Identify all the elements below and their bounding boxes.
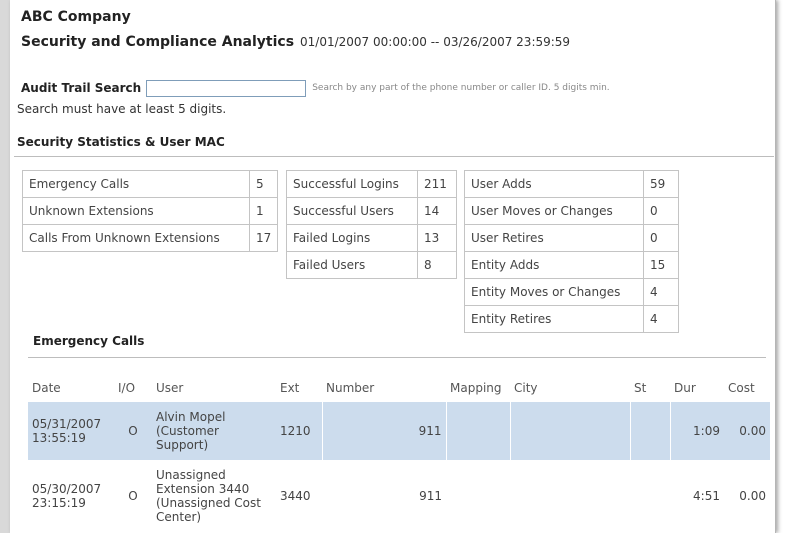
column-header-date[interactable]: Date — [28, 374, 114, 402]
column-header-ext[interactable]: Ext — [276, 374, 322, 402]
cell-st — [630, 460, 670, 532]
stat-label: Entity Moves or Changes — [464, 278, 644, 306]
cell-mapping — [446, 460, 510, 532]
audit-search-help: Search by any part of the phone number o… — [312, 83, 610, 93]
cell-city — [509, 402, 630, 460]
cell-ext: 3440 — [280, 489, 311, 503]
stat-row: Failed Logins 13 — [286, 224, 457, 252]
emergency-calls-table: Date I/O User Ext Number Mapping City St… — [28, 374, 770, 532]
cell-dur: 1:09 — [669, 402, 724, 460]
stat-label: Failed Users — [286, 251, 418, 279]
section-divider — [14, 156, 774, 157]
column-header-city[interactable]: City — [510, 374, 630, 402]
column-header-dur[interactable]: Dur — [670, 374, 724, 402]
stat-row: Unknown Extensions 1 — [22, 197, 279, 225]
search-validation-message: Search must have at least 5 digits. — [17, 102, 227, 116]
emergency-calls-divider — [28, 357, 766, 358]
company-name: ABC Company — [21, 9, 131, 25]
stat-value: 5 — [248, 170, 279, 198]
stat-value: 211 — [417, 170, 457, 198]
stat-value: 4 — [643, 305, 679, 333]
emergency-stats-table: Emergency Calls 5 Unknown Extensions 1 Cal… — [22, 170, 279, 252]
cell-io: O — [128, 489, 138, 503]
column-header-user[interactable]: User — [152, 374, 276, 402]
stat-label: Unknown Extensions — [22, 197, 250, 225]
stat-label: Failed Logins — [286, 224, 418, 252]
stat-row: Calls From Unknown Extensions 17 — [22, 224, 279, 252]
audit-search-label: Audit Trail Search — [21, 81, 142, 95]
cell-number: 911 — [321, 402, 446, 460]
stat-value: 4 — [643, 278, 679, 306]
emergency-calls-heading: Emergency Calls — [33, 334, 145, 348]
stat-value: 8 — [417, 251, 457, 279]
cell-number: 911 — [419, 489, 442, 503]
cell-dur: 4:51 — [693, 489, 720, 503]
report-title: Security and Compliance Analytics 01/01/2… — [21, 34, 570, 50]
stat-row: User Retires 0 — [464, 224, 679, 252]
stat-value: 15 — [643, 251, 679, 279]
stat-row: Entity Adds 15 — [464, 251, 679, 279]
cell-mapping — [445, 402, 510, 460]
login-stats-table: Successful Logins 211 Successful Users 14 … — [286, 170, 457, 279]
stat-row: Failed Users 8 — [286, 251, 457, 279]
cell-st — [629, 402, 670, 460]
stat-label: User Moves or Changes — [464, 197, 644, 225]
security-stats-heading: Security Statistics & User MAC — [17, 135, 225, 149]
cell-city — [510, 460, 630, 532]
audit-search-input[interactable] — [146, 79, 307, 97]
stat-row: Successful Logins 211 — [286, 170, 457, 198]
stat-label: User Retires — [464, 224, 644, 252]
stat-value: 0 — [643, 197, 679, 225]
stat-row: Entity Retires 4 — [464, 305, 679, 333]
user-mac-stats-table: User Adds 59 User Moves or Changes 0 User … — [464, 170, 679, 333]
cell-ext: 1210 — [276, 402, 322, 460]
stat-label: Entity Adds — [464, 251, 644, 279]
stat-label: Calls From Unknown Extensions — [22, 224, 250, 252]
column-header-io[interactable]: I/O — [114, 374, 152, 402]
table-row[interactable]: 05/31/2007 13:55:19 O Alvin Mopel (Custo… — [28, 402, 770, 460]
cell-user: Unassigned Extension 3440 (Unassigned Co… — [156, 468, 261, 524]
stat-value: 59 — [643, 170, 679, 198]
stat-row: User Moves or Changes 0 — [464, 197, 679, 225]
stat-value: 17 — [248, 224, 279, 252]
table-header-row: Date I/O User Ext Number Mapping City St… — [28, 374, 770, 402]
stat-row: Emergency Calls 5 — [22, 170, 279, 198]
stat-value: 14 — [417, 197, 457, 225]
cell-io: O — [114, 402, 152, 460]
report-title-text: Security and Compliance Analytics — [21, 34, 295, 50]
stat-row: Successful Users 14 — [286, 197, 457, 225]
cell-date: 05/31/2007 13:55:19 — [28, 402, 114, 460]
cell-date: 05/30/2007 23:15:19 — [32, 482, 102, 510]
cell-cost: 0.00 — [739, 489, 766, 503]
audit-search-row: Audit Trail Search Search by any part of… — [21, 78, 610, 98]
stat-value: 13 — [417, 224, 457, 252]
stat-label: Emergency Calls — [22, 170, 250, 198]
stat-label: Entity Retires — [464, 305, 644, 333]
stat-label: User Adds — [464, 170, 644, 198]
stat-value: 1 — [248, 197, 279, 225]
column-header-st[interactable]: St — [630, 374, 670, 402]
stat-row: Entity Moves or Changes 4 — [464, 278, 679, 306]
stat-row: User Adds 59 — [464, 170, 679, 198]
stat-label: Successful Logins — [286, 170, 418, 198]
column-header-mapping[interactable]: Mapping — [446, 374, 510, 402]
cell-cost: 0.00 — [724, 402, 770, 460]
report-date-range: 01/01/2007 00:00:00 -- 03/26/2007 23:59:… — [300, 35, 571, 49]
table-row[interactable]: 05/30/2007 23:15:19 O Unassigned Extensi… — [28, 460, 770, 532]
stat-label: Successful Users — [286, 197, 418, 225]
column-header-cost[interactable]: Cost — [724, 374, 770, 402]
stat-value: 0 — [643, 224, 679, 252]
column-header-number[interactable]: Number — [322, 374, 446, 402]
cell-user: Alvin Mopel (Customer Support) — [152, 402, 276, 460]
